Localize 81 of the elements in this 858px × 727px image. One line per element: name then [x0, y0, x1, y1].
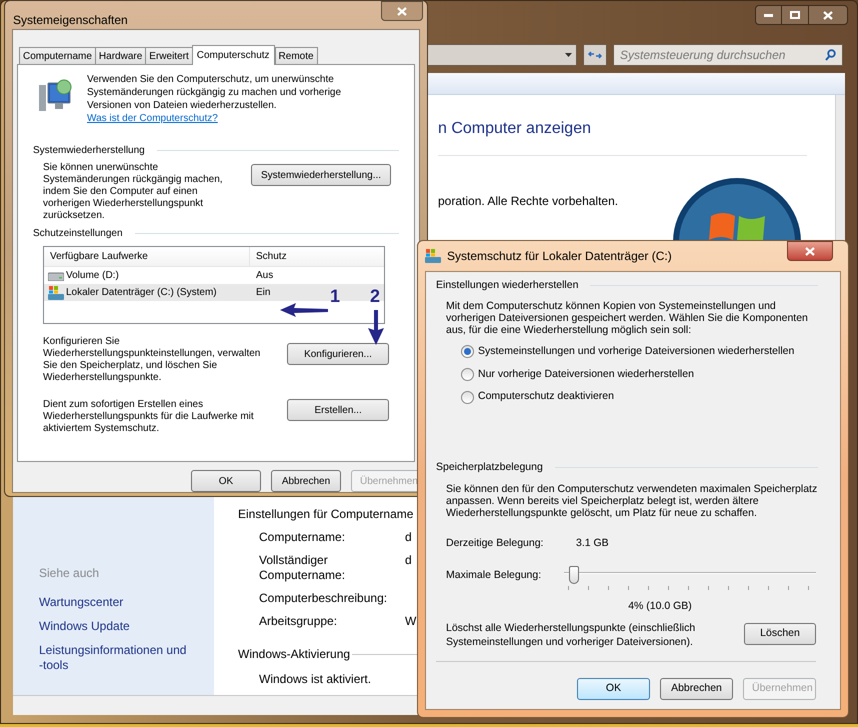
close-icon — [823, 10, 833, 20]
property-label: Arbeitsgruppe: — [259, 614, 338, 629]
see-also-link[interactable]: Windows Update — [39, 619, 189, 634]
search-field[interactable]: Systemsteuerung durchsuchen — [613, 44, 843, 66]
radio-button[interactable] — [461, 345, 474, 358]
delete-button[interactable]: Löschen — [744, 623, 816, 646]
activation-status: Windows ist aktiviert. — [259, 672, 372, 687]
radio-label: Nur vorherige Dateiversionen wiederherstellen — [478, 366, 694, 382]
dialog-button[interactable]: Abbrechen — [660, 678, 733, 700]
current-usage-label: Derzeitige Belegung: — [446, 536, 544, 551]
close-button[interactable] — [808, 5, 848, 25]
slider-reading: 4% (10.0 GB) — [628, 598, 692, 614]
delete-description: Löschst alle Wiederherstellungspunkte (einschließlich Systemeinstellungen und vorheriger Dateiversionen). — [446, 621, 696, 650]
copyright-text: poration. Alle Rechte vorbehalten. — [438, 193, 618, 210]
dialog-button[interactable]: OK — [577, 678, 650, 700]
radio-label: Computerschutz deaktivieren — [478, 389, 614, 404]
maximize-button[interactable] — [782, 5, 808, 25]
refresh-icon — [588, 49, 602, 61]
group-heading: Einstellungen wiederherstellen — [436, 278, 578, 293]
minimize-button[interactable] — [755, 5, 782, 25]
section-heading: Einstellungen für Computername — [238, 507, 414, 522]
dropdown-icon — [565, 53, 572, 57]
tab[interactable]: Computername — [19, 47, 96, 64]
dialog-button[interactable]: Abbrechen — [271, 470, 341, 492]
restore-description: Sie können unerwünschte Systemänderungen rückgängig machen, indem Sie den Computer auf einen vorherigen Wiederherstellungspunkt zurücksetzen. — [43, 162, 223, 222]
disk-usage-description: Sie können den für den Computerschutz verwendeten maximalen Speicherplatz anpassen. Wenn bereits viel Speicherplatz belegt ist, werden ältere Wiederherstellungspunkte gelöscht, um Platz für neue zu schaffen. — [445, 482, 818, 519]
minimize-icon — [764, 14, 773, 16]
close-button[interactable] — [787, 241, 833, 261]
dialog-button[interactable]: OK — [191, 470, 261, 492]
drive-name: Volume (D:) — [66, 269, 119, 283]
close-button[interactable] — [381, 1, 423, 21]
see-also-heading: Siehe auch — [39, 565, 100, 582]
see-also-link[interactable]: Wartungscenter — [39, 595, 189, 610]
protection-status: Aus — [255, 269, 274, 283]
create-button[interactable]: Erstellen... — [287, 399, 389, 421]
close-icon — [397, 6, 407, 16]
tab[interactable]: Remote — [274, 47, 318, 64]
group-heading: Speicherplatzbelegung — [436, 460, 543, 475]
tab[interactable]: Computerschutz — [192, 45, 275, 65]
configure-button[interactable]: Konfigurieren... — [287, 343, 389, 365]
restore-description: Mit dem Computerschutz können Kopien von Systemeinstellungen und vorherigen Dateiversionen gespeichert werden. Wählen Sie die Komponenten aus, für die eine Wiederherstellung möglich sein soll: — [445, 300, 809, 336]
column-header: Verfügbare Laufwerke — [44, 247, 250, 266]
help-link[interactable]: Was ist der Computerschutz? — [87, 113, 218, 124]
protection-status: Ein — [255, 286, 270, 300]
property-value: d — [405, 553, 412, 569]
slider-thumb[interactable] — [569, 566, 580, 584]
property-label: Computerbeschreibung: — [259, 591, 388, 606]
drive-icon — [48, 286, 64, 300]
tab[interactable]: Erweitert — [145, 47, 193, 64]
drive-icon — [48, 270, 64, 280]
radio-button[interactable] — [461, 368, 474, 381]
tab[interactable]: Hardware — [94, 47, 146, 64]
refresh-button[interactable] — [583, 44, 607, 66]
section-heading: Windows-Aktivierung — [238, 647, 350, 662]
see-also-link[interactable]: Leistungsinformationen und -tools — [39, 643, 189, 673]
create-description: Dient zum sofortigen Erstellen eines Wiederherstellungspunkts für die Laufwerke mit aktiviertem Systemschutz. — [43, 399, 255, 435]
drive-name: Lokaler Datenträger (C:) (System) — [66, 286, 217, 300]
property-label: Computername: — [259, 530, 346, 545]
property-label: Vollständiger Computername: — [259, 553, 346, 583]
radio-label: Systemeinstellungen und vorherige Dateiversionen wiederherstellen — [478, 344, 794, 359]
slider-track[interactable] — [564, 566, 816, 586]
current-usage-value: 3.1 GB — [576, 536, 609, 551]
intro-text: Verwenden Sie den Computerschutz, um unerwünschte Systemänderungen rückgängig zu machen und vorherige Versionen von Dateien wiederherzustellen. Was ist der Computerschutz? — [87, 73, 342, 125]
pointer-arrow — [367, 310, 385, 346]
group-heading: Systemwiederherstellung — [33, 144, 145, 158]
maximize-icon — [790, 11, 800, 19]
property-value: W — [405, 614, 416, 629]
property-value: d — [405, 530, 412, 545]
max-usage-label: Maximale Belegung: — [446, 568, 542, 582]
search-icon — [825, 49, 836, 61]
close-icon — [805, 246, 815, 256]
column-header: Schutz — [255, 250, 288, 264]
radio-button[interactable] — [461, 390, 474, 404]
group-heading: Schutzeinstellungen — [33, 227, 123, 241]
pointer-arrow — [278, 302, 330, 318]
drive-icon — [425, 249, 441, 263]
window-title: Systemeigenschaften — [13, 12, 128, 29]
configure-description: Konfigurieren Sie Wiederherstellungspunkteinstellungen, verwalten Sie den Speicherplatz, und löschen Sie Wiederherstellungspunkte. — [43, 336, 262, 384]
window-title: Systemschutz für Lokaler Datenträger (C:) — [447, 248, 672, 265]
page-heading: n Computer anzeigen — [438, 119, 592, 139]
system-restore-button[interactable]: Systemwiederherstellung... — [251, 164, 391, 186]
